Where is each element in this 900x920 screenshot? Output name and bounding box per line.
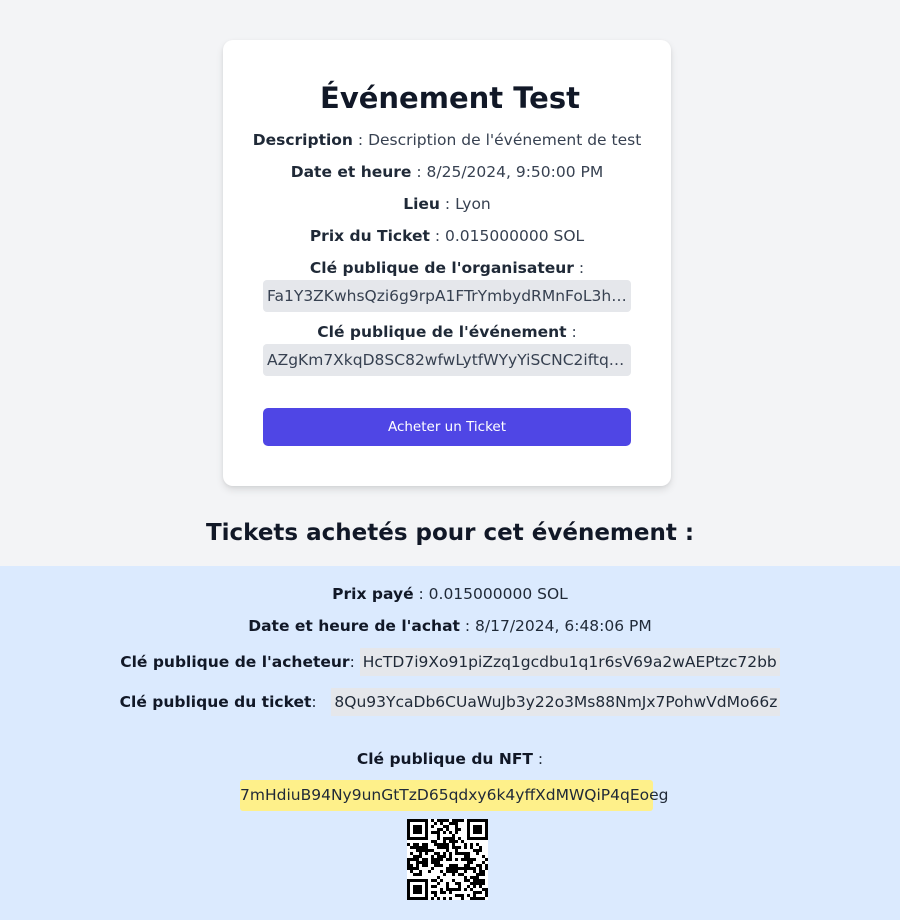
event-key-label: Clé publique de l'événement (317, 323, 567, 341)
ticket-nft-key-heading: Clé publique du NFT : (356, 750, 544, 768)
nft-key-value: 7mHdiuB94Ny9unGtTzD65qdxy6k4yffXdMWQiP4q… (240, 780, 669, 811)
purchase-datetime-value: 8/17/2024, 6:48:06 PM (475, 617, 652, 635)
nft-key-label: Clé publique du NFT (356, 750, 533, 768)
event-key-value: AZgKm7XkqD8SC82wfwLytfWYyYiSCNC2iftqQx8d… (263, 344, 631, 376)
price-value: 0.015000000 SOL (445, 227, 585, 245)
buyer-key-value: HcTD7i9Xo91piZzq1gcdbu1q1r6sV69a2wAEPtzc… (359, 648, 780, 676)
price-paid-value: 0.015000000 SOL (428, 585, 568, 603)
datetime-value: 8/25/2024, 9:50:00 PM (426, 163, 604, 181)
ticket-buyer-key: Clé publique de l'acheteur: HcTD7i9Xo91p… (0, 648, 900, 676)
ticket-purchase-datetime: Date et heure de l'achat : 8/17/2024, 6:… (248, 617, 652, 635)
ticket-price-paid: Prix payé : 0.015000000 SOL (332, 585, 568, 603)
ticket-key-value: 8Qu93YcaDb6CUaWuJb3y22o3Ms88NmJx7PohwVdM… (331, 688, 781, 716)
description-value: Description de l'événement de test (368, 131, 642, 149)
event-price: Prix du Ticket : 0.015000000 SOL (309, 227, 585, 245)
location-value: Lyon (455, 195, 491, 213)
price-paid-label: Prix payé (332, 585, 414, 603)
buy-ticket-button[interactable]: Acheter un Ticket (263, 408, 631, 446)
purchase-datetime-label: Date et heure de l'achat (248, 617, 460, 635)
event-description: Description : Description de l'événement… (252, 131, 642, 149)
organizer-key-label: Clé publique de l'organisateur (309, 259, 574, 277)
ticket-ticket-key: Clé publique du ticket: 8Qu93YcaDb6CUaWu… (0, 688, 900, 716)
buyer-key-label: Clé publique de l'acheteur (120, 653, 350, 671)
event-title: Événement Test (320, 81, 580, 115)
event-key-heading: Clé publique de l'événement : (317, 323, 577, 341)
organizer-key-heading: Clé publique de l'organisateur : (309, 259, 585, 277)
organizer-key-value: Fa1Y3ZKwhsQzi6g9rpA1FTrYmbydRMnFoL3hhXkY… (263, 280, 631, 312)
event-location: Lieu : Lyon (403, 195, 491, 213)
datetime-label: Date et heure (290, 163, 412, 181)
qr-code-icon (407, 819, 488, 900)
location-label: Lieu (403, 195, 440, 213)
price-label: Prix du Ticket (309, 227, 430, 245)
ticket-key-label: Clé publique du ticket (119, 693, 312, 711)
description-label: Description (252, 131, 353, 149)
event-datetime: Date et heure : 8/25/2024, 9:50:00 PM (290, 163, 604, 181)
tickets-section-title: Tickets achetés pour cet événement : (205, 520, 695, 546)
